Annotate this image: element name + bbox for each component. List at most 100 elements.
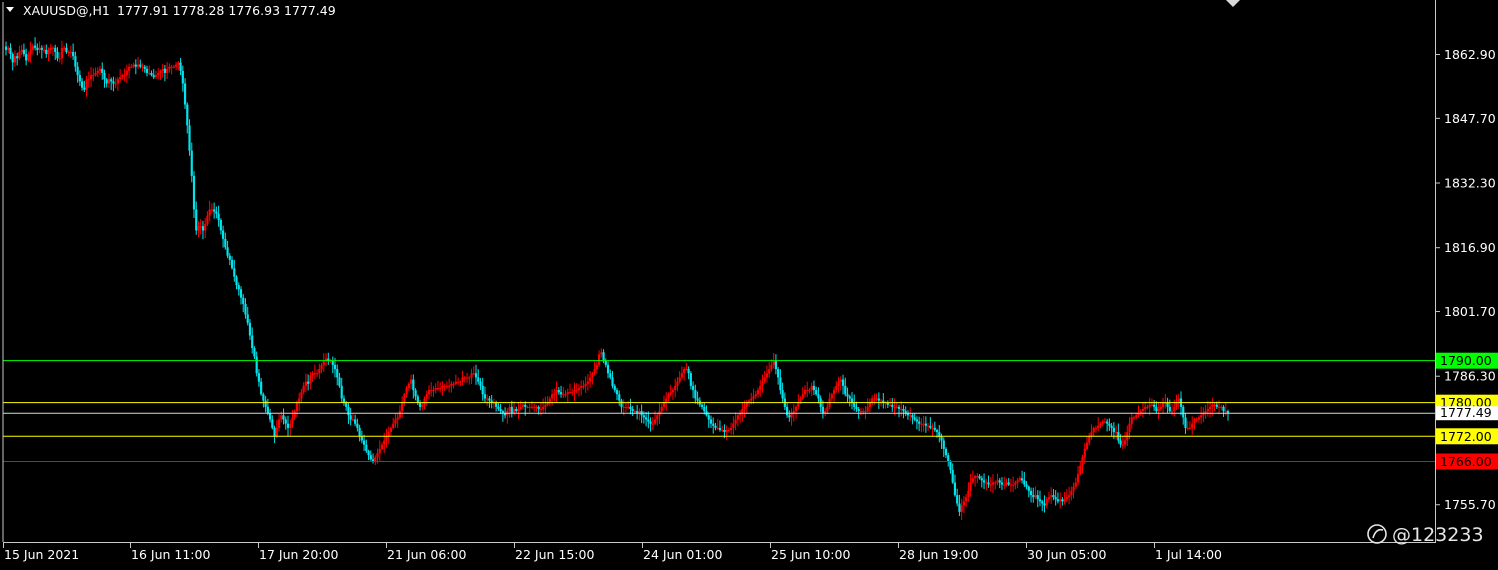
candle-body: [864, 411, 867, 413]
candle-body: [1099, 423, 1102, 426]
candle-body: [1173, 406, 1176, 412]
candle-body: [754, 394, 757, 397]
candle-body: [257, 373, 260, 382]
candle-body: [488, 398, 491, 401]
candle-body: [56, 51, 59, 59]
candle-body: [427, 390, 431, 395]
candle-body: [380, 444, 384, 449]
candle-body: [801, 394, 804, 399]
candle-body: [38, 47, 41, 50]
candle-body: [1168, 406, 1171, 412]
candle-body: [123, 75, 126, 77]
candle-body: [432, 390, 435, 392]
candle-body: [103, 72, 106, 80]
candle-body: [360, 436, 363, 441]
price-chart[interactable]: 1862.90 1847.70 1832.30 1816.90 1801.70 1786.…: [0, 0, 1498, 570]
candle-body: [911, 415, 914, 418]
candle-body: [700, 404, 704, 407]
price-tick-label: 1755.70: [1444, 497, 1496, 512]
candle-body: [474, 373, 478, 378]
candle-body: [830, 394, 833, 399]
candle-body: [107, 79, 111, 84]
candle-body: [761, 381, 764, 386]
candle-body: [566, 392, 569, 395]
candle-body: [179, 62, 182, 71]
candle-body: [512, 408, 516, 414]
candle-body: [67, 51, 70, 53]
candle-body: [732, 423, 735, 428]
candle-body: [206, 215, 209, 225]
candle-body: [266, 406, 269, 414]
candle-body: [718, 427, 722, 430]
candle-body: [83, 87, 86, 90]
candle-body: [51, 47, 55, 49]
candle-body: [633, 411, 636, 413]
candle-body: [1170, 411, 1174, 413]
candle-body: [725, 429, 728, 433]
candle-body: [653, 419, 657, 424]
candle-body: [1085, 442, 1089, 449]
candle-body: [192, 175, 196, 210]
candle-body: [463, 377, 466, 379]
candle-body: [9, 47, 12, 55]
candle-body: [797, 402, 800, 407]
candle-body: [687, 369, 690, 374]
candle-body: [942, 440, 945, 449]
candle-body: [1063, 499, 1066, 502]
candle-body: [1050, 495, 1053, 498]
candle-body: [7, 47, 10, 50]
candle-body: [157, 72, 160, 76]
symbol-label: XAUUSD@,H1: [23, 3, 110, 18]
candle-body: [1206, 408, 1209, 412]
price-tick-label: 1786.30: [1444, 369, 1496, 384]
candle-body: [1061, 499, 1064, 502]
candle-body: [880, 400, 883, 402]
candle-body: [794, 406, 798, 412]
candle-body: [385, 436, 388, 441]
candle-body: [897, 406, 901, 409]
candle-body: [222, 230, 225, 239]
candle-body: [244, 303, 247, 315]
candle-body: [132, 64, 135, 67]
time-tick-label: 21 Jun 06:00: [387, 547, 466, 562]
candle-body: [1052, 495, 1055, 498]
candle-body: [450, 383, 453, 386]
candle-body: [790, 413, 793, 418]
candle-body: [595, 364, 598, 370]
candle-body: [521, 404, 525, 407]
candle-body: [895, 406, 898, 408]
candle-body: [730, 427, 733, 430]
candle-body: [246, 314, 249, 323]
time-tick-label: 22 Jun 15:00: [515, 547, 594, 562]
candle-body: [920, 423, 923, 425]
candle-body: [571, 392, 574, 394]
candle-body: [584, 383, 587, 386]
candle-body: [582, 385, 585, 387]
candle-body: [242, 297, 245, 304]
candle-body: [472, 373, 475, 375]
candle-body: [577, 387, 581, 391]
candle-body: [866, 406, 869, 412]
candle-body: [868, 402, 871, 407]
candle-body: [159, 70, 162, 73]
candle-body: [573, 390, 576, 393]
candle-body: [336, 369, 339, 378]
candle-body: [316, 373, 319, 375]
candle-body: [226, 247, 229, 256]
candle-body: [888, 404, 892, 406]
candle-body: [96, 70, 99, 73]
candle-body: [998, 480, 1001, 483]
candle-body: [826, 406, 829, 412]
candle-body: [342, 398, 346, 403]
candle-body: [119, 77, 122, 80]
candle-body: [1029, 490, 1033, 496]
candle-body: [1150, 404, 1153, 406]
candle-body: [877, 398, 880, 401]
candle-body: [1036, 495, 1039, 500]
candle-body: [347, 406, 350, 416]
candle-body: [806, 390, 809, 392]
candle-body: [1166, 402, 1169, 407]
candle-body: [1141, 408, 1145, 412]
candle-body: [676, 381, 679, 386]
candle-body: [228, 255, 231, 260]
